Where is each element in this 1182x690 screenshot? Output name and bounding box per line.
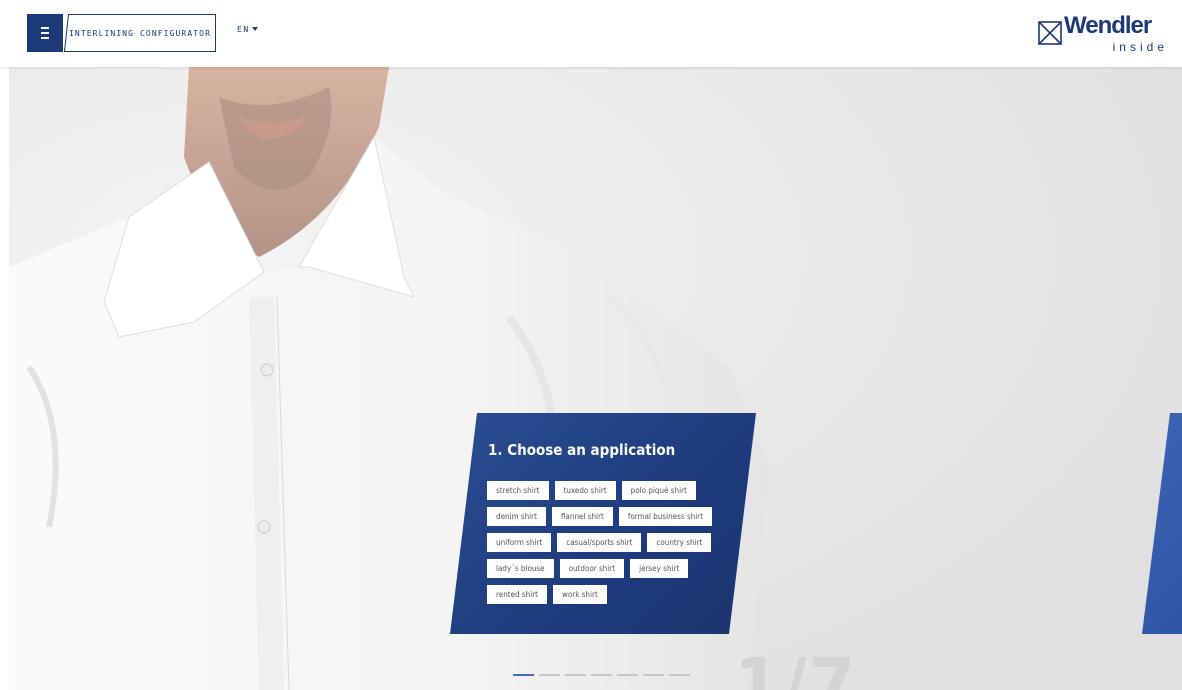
option-denim-shirt[interactable]: denim shirt [487,507,546,526]
slide-indicator-6[interactable] [643,674,664,676]
logo-text: Wendler [1064,12,1152,39]
option-ladys-blouse[interactable]: lady´s blouse [487,559,554,578]
slide-indicator-5[interactable] [617,674,638,676]
logo-subtext: inside [1112,40,1168,54]
hamburger-menu-icon [41,27,49,39]
slide-indicator-1[interactable] [513,674,534,676]
envelope-x-logo-icon [1038,21,1062,45]
card-title: 1. Choose an application [488,441,676,459]
application-options: stretch shirt tuxedo shirt polo piqué sh… [487,481,727,611]
option-jersey-shirt[interactable]: jersey shirt [630,559,689,578]
option-formal-business-shirt[interactable]: formal business shirt [618,507,713,526]
option-uniform-shirt[interactable]: uniform shirt [487,533,552,552]
option-tuxedo-shirt[interactable]: tuxedo shirt [554,481,616,500]
options-row: lady´s blouse outdoor shirt jersey shirt [487,559,727,578]
option-work-shirt[interactable]: work shirt [552,585,607,604]
options-row: uniform shirt casual/sports shirt countr… [487,533,727,552]
option-country-shirt[interactable]: country shirt [647,533,712,552]
options-row: stretch shirt tuxedo shirt polo piqué sh… [487,481,727,500]
options-row: rented shirt work shirt [487,585,727,604]
slide-indicator-4[interactable] [591,674,612,676]
option-stretch-shirt[interactable]: stretch shirt [487,481,549,500]
configurator-label: INTERLINING CONFIGURATOR [69,28,211,38]
language-label: EN [237,25,250,34]
option-polo-pique-shirt[interactable]: polo piqué shirt [621,481,696,500]
interlining-configurator-button[interactable]: INTERLINING CONFIGURATOR [64,14,216,52]
slide-indicator-7[interactable] [669,674,690,676]
slide-indicator-3[interactable] [565,674,586,676]
option-outdoor-shirt[interactable]: outdoor shirt [559,559,625,578]
top-header: INTERLINING CONFIGURATOR EN Wendler insi… [0,0,1182,67]
caret-down-icon [251,27,258,31]
slide-counter: 1/7 [734,643,857,690]
slider-pagination [513,674,690,676]
menu-button[interactable] [27,14,63,52]
application-card: 1. Choose an application stretch shirt t… [450,413,756,634]
option-flannel-shirt[interactable]: flannel shirt [551,507,613,526]
options-row: denim shirt flannel shirt formal busines… [487,507,727,526]
option-rented-shirt[interactable]: rented shirt [487,585,547,604]
language-selector[interactable]: EN [237,25,258,34]
option-casual-sports-shirt[interactable]: casual/sports shirt [557,533,642,552]
wendler-logo[interactable]: Wendler inside [1036,12,1168,56]
slide-indicator-2[interactable] [539,674,560,676]
